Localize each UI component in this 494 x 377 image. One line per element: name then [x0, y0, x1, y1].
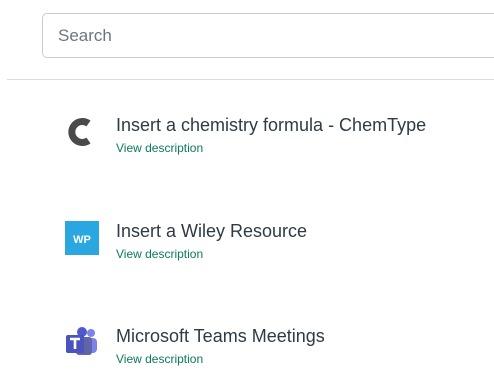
- search-box[interactable]: [42, 13, 494, 58]
- wiley-icon-text: WP: [73, 234, 91, 246]
- search-input[interactable]: [43, 14, 483, 57]
- tool-title[interactable]: Insert a Wiley Resource: [116, 221, 307, 242]
- view-description-link[interactable]: View description: [116, 247, 203, 261]
- tool-title[interactable]: Microsoft Teams Meetings: [116, 326, 325, 347]
- chemtype-icon: [64, 114, 100, 150]
- tool-picker: Insert a chemistry formula - ChemType Vi…: [0, 0, 494, 377]
- wiley-icon: WP: [64, 220, 100, 256]
- view-description-link[interactable]: View description: [116, 352, 203, 366]
- tool-title[interactable]: Insert a chemistry formula - ChemType: [116, 115, 426, 136]
- divider: [7, 79, 494, 80]
- tool-item-chemtype[interactable]: Insert a chemistry formula - ChemType Vi…: [64, 114, 484, 162]
- microsoft-teams-icon: [64, 325, 100, 361]
- view-description-link[interactable]: View description: [116, 141, 203, 155]
- tool-item-wiley[interactable]: WP Insert a Wiley Resource View descript…: [64, 220, 484, 268]
- tool-item-microsoft-teams[interactable]: Microsoft Teams Meetings View descriptio…: [64, 325, 484, 373]
